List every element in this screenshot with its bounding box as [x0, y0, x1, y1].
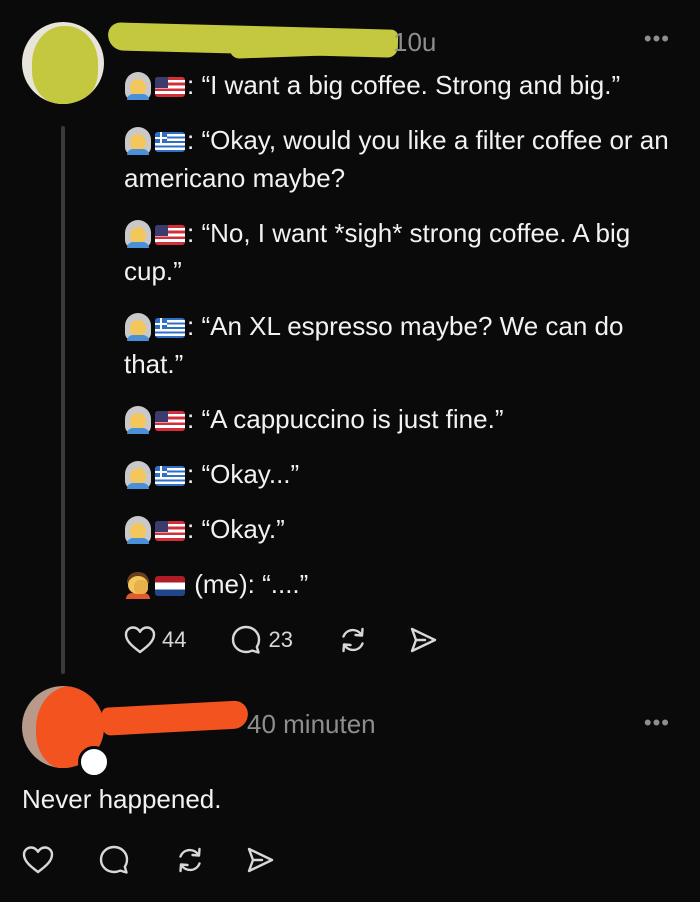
dialogue-line: : “An XL espresso maybe? We can do that.…: [124, 307, 672, 383]
us-flag-icon: [155, 225, 185, 245]
post-actions: 44 23: [124, 622, 439, 658]
like-button[interactable]: [22, 845, 54, 875]
avatar[interactable]: [22, 22, 104, 104]
netherlands-flag-icon: [155, 576, 185, 596]
dialogue-text: : “I want a big coffee. Strong and big.”: [187, 70, 621, 100]
post-timestamp: 10u: [393, 27, 437, 57]
thread-line: [61, 126, 65, 674]
share-button[interactable]: [407, 624, 439, 656]
follow-badge: [78, 746, 110, 778]
post-body: : “I want a big coffee. Strong and big.”…: [124, 66, 672, 620]
greece-flag-icon: [155, 318, 185, 338]
old-woman-emoji-icon: [124, 127, 152, 155]
reply-actions: [22, 842, 276, 878]
dialogue-text: : “Okay.”: [187, 514, 285, 544]
dialogue-line: (me): “....”: [124, 565, 672, 603]
reply-timestamp: 40 minuten: [247, 709, 376, 739]
share-button[interactable]: [244, 844, 276, 876]
repost-icon: [342, 627, 364, 653]
like-button[interactable]: 44: [124, 625, 186, 655]
dialogue-line: : “No, I want *sigh* strong coffee. A bi…: [124, 214, 672, 290]
dialogue-line: : “A cappuccino is just fine.”: [124, 400, 672, 438]
dialogue-text: : “No, I want *sigh* strong coffee. A bi…: [124, 218, 631, 286]
facepalm-emoji-icon: [124, 571, 152, 599]
heart-icon: [22, 846, 54, 874]
heart-icon: [124, 626, 156, 654]
us-flag-icon: [155, 521, 185, 541]
reply-body: Never happened.: [22, 784, 222, 814]
repost-icon: [179, 847, 201, 873]
greece-flag-icon: [155, 466, 185, 486]
dialogue-text: : “Okay...”: [187, 459, 300, 489]
comment-bubble-icon: [99, 845, 129, 874]
send-icon: [410, 627, 437, 653]
old-woman-emoji-icon: [124, 313, 152, 341]
more-options-icon[interactable]: •••: [644, 710, 670, 736]
dialogue-text: : “Okay, would you like a filter coffee …: [124, 125, 669, 193]
dialogue-line: : “Okay.”: [124, 510, 672, 548]
old-woman-emoji-icon: [124, 516, 152, 544]
greece-flag-icon: [155, 132, 185, 152]
old-woman-emoji-icon: [124, 220, 152, 248]
dialogue-line: : “I want a big coffee. Strong and big.”: [124, 66, 672, 104]
comment-count: 23: [268, 627, 293, 652]
us-flag-icon: [155, 77, 185, 97]
username-redaction: [101, 700, 249, 736]
send-icon: [247, 847, 274, 873]
dialogue-text: : “An XL espresso maybe? We can do that.…: [124, 311, 624, 379]
comment-button[interactable]: 23: [230, 624, 293, 656]
redaction-scribble: [32, 26, 98, 104]
like-count: 44: [162, 627, 187, 652]
more-options-icon[interactable]: •••: [644, 26, 670, 52]
repost-button[interactable]: [174, 844, 206, 876]
dialogue-text: (me): “....”: [187, 569, 309, 599]
dialogue-line: : “Okay...”: [124, 455, 672, 493]
comment-bubble-icon: [232, 625, 261, 654]
repost-button[interactable]: [337, 624, 369, 656]
dialogue-text: : “A cappuccino is just fine.”: [187, 404, 504, 434]
old-woman-emoji-icon: [124, 461, 152, 489]
old-woman-emoji-icon: [124, 406, 152, 434]
dialogue-line: : “Okay, would you like a filter coffee …: [124, 121, 672, 197]
comment-button[interactable]: [98, 844, 130, 876]
us-flag-icon: [155, 411, 185, 431]
old-woman-emoji-icon: [124, 72, 152, 100]
